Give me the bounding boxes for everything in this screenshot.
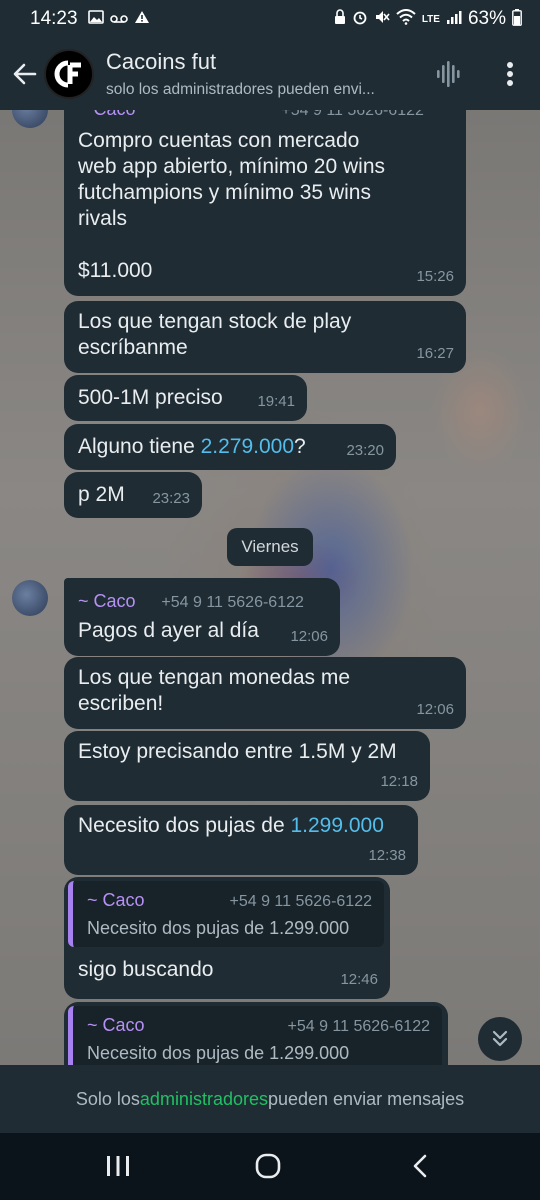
message-bubble[interactable]: Alguno tiene 2.279.000? 23:20 [64,424,396,470]
message-bubble[interactable]: ~ Caco +54 9 11 5626-6122 Pagos d ayer a… [64,578,340,656]
message-text: Compro cuentas con mercado web app abier… [78,129,385,282]
chat-area[interactable]: ~ Caco +54 9 11 5626-6122 Compro cuentas… [0,110,540,1065]
amount-link[interactable]: 1.299.000 [290,814,383,837]
message-text: Los que tengan stock de play escríbanme [78,310,352,359]
home-button[interactable] [248,1146,288,1186]
quoted-text: Necesito dos pujas de 1.299.000 [87,918,350,938]
message-text: Alguno tiene 2.279.000? [78,435,306,458]
group-title: Cacoins fut [106,49,217,74]
amount-link[interactable]: 2.279.000 [201,435,294,458]
message-bubble[interactable]: ~ Caco +54 9 11 5626-6122 Necesito dos p… [64,877,390,999]
group-avatar[interactable] [44,49,94,99]
quoted-text: Necesito dos pujas de 1.299.000 [87,1043,350,1063]
quoted-message[interactable]: ~ Caco +54 9 11 5626-6122 Necesito dos p… [68,881,384,947]
double-chevron-down-icon [492,1030,508,1047]
more-options-button[interactable] [498,58,522,90]
message-text: Estoy precisando entre 1.5M y 2M [78,740,397,763]
message-bubble[interactable]: Los que tengan monedas me escriben! 12:0… [64,657,466,729]
recents-icon [107,1156,129,1176]
message-bubble[interactable]: ~ Caco +54 9 11 5626-6122 Necesito dos p… [64,1002,448,1065]
message-time: 15:26 [416,268,454,285]
message-sender-phone: +54 9 11 5626-6122 [161,594,304,611]
recents-button[interactable] [98,1146,138,1186]
message-time: 12:06 [290,628,328,645]
chat-header: Cacoins fut solo los administradores pue… [0,38,540,110]
message-text: Los que tengan monedas me escriben! [78,666,351,715]
status-right: LTE 63% [334,8,522,30]
message-sender-row: ~ Caco +54 9 11 5626-6122 [78,588,304,616]
gallery-icon [87,10,104,28]
message-bubble[interactable]: 500-1M preciso 19:41 [64,375,307,421]
message-time: 23:23 [152,490,190,507]
group-subtitle: solo los administradores pueden envi... [106,81,375,98]
quoted-phone: +54 9 11 5626-6122 [287,1018,431,1035]
admin-only-notice: Solo los administradores pueden enviar m… [0,1065,540,1133]
battery-icon [512,8,522,30]
alarm-icon [352,9,368,29]
header-info[interactable]: Cacoins fut solo los administradores pue… [106,49,426,99]
admins-link[interactable]: administradores [140,1089,268,1110]
status-bar: 14:23 LTE 63% [0,0,540,38]
scroll-to-bottom-button[interactable] [478,1017,522,1061]
message-sender-row: ~ Caco +54 9 11 5626-6122 [78,110,424,124]
message-time: 19:41 [257,393,295,410]
message-sender[interactable]: ~ Caco [78,591,136,611]
signal-icon [446,10,462,28]
message-text: sigo buscando [78,958,214,981]
waveform-icon [437,61,460,87]
back-button[interactable] [10,54,40,94]
message-bubble[interactable]: Los que tengan stock de play escríbanme … [64,301,466,373]
message-bubble[interactable]: Necesito dos pujas de 1.299.000 12:38 [64,805,418,875]
lte-label: LTE [421,13,440,25]
quoted-sender: ~ Caco [87,890,145,910]
message-time: 12:46 [340,971,378,988]
message-time: 12:06 [416,701,454,718]
quoted-message[interactable]: ~ Caco +54 9 11 5626-6122 Necesito dos p… [68,1006,442,1065]
sender-avatar[interactable] [12,110,48,128]
voice-chat-button[interactable] [436,60,462,93]
battery-percent: 63% [467,8,506,29]
message-time: 12:38 [368,847,406,864]
message-sender-phone: +54 9 11 5626-6122 [281,110,424,119]
status-time: 14:23 [30,8,78,29]
message-text: 500-1M preciso [78,386,223,409]
sender-avatar[interactable] [12,580,48,616]
cf-logo-icon [54,60,81,88]
message-time: 23:20 [346,442,384,459]
lock-icon [334,9,346,29]
chevron-left-icon [413,1154,427,1178]
message-text: p 2M [78,483,125,506]
message-sender: ~ Caco [78,110,136,119]
message-bubble[interactable]: Estoy precisando entre 1.5M y 2M 12:18 [64,731,430,801]
voicemail-icon [109,11,128,28]
home-icon [255,1153,281,1179]
message-bubble[interactable]: p 2M 23:23 [64,472,202,518]
message-text: Necesito dos pujas de 1.299.000 [78,814,384,837]
warning-icon [134,10,150,28]
back-arrow-icon [13,63,37,85]
date-separator: Viernes [227,528,313,566]
message-bubble[interactable]: ~ Caco +54 9 11 5626-6122 Compro cuentas… [64,110,466,296]
message-time: 16:27 [416,345,454,362]
system-back-button[interactable] [400,1146,440,1186]
mute-icon [374,9,390,29]
system-nav-bar [0,1133,540,1200]
message-text: Pagos d ayer al día [78,619,259,642]
more-vert-icon [507,62,513,86]
quoted-sender: ~ Caco [87,1015,145,1035]
quoted-phone: +54 9 11 5626-6122 [229,893,373,910]
message-time: 12:18 [380,773,418,790]
wifi-icon [396,9,416,29]
